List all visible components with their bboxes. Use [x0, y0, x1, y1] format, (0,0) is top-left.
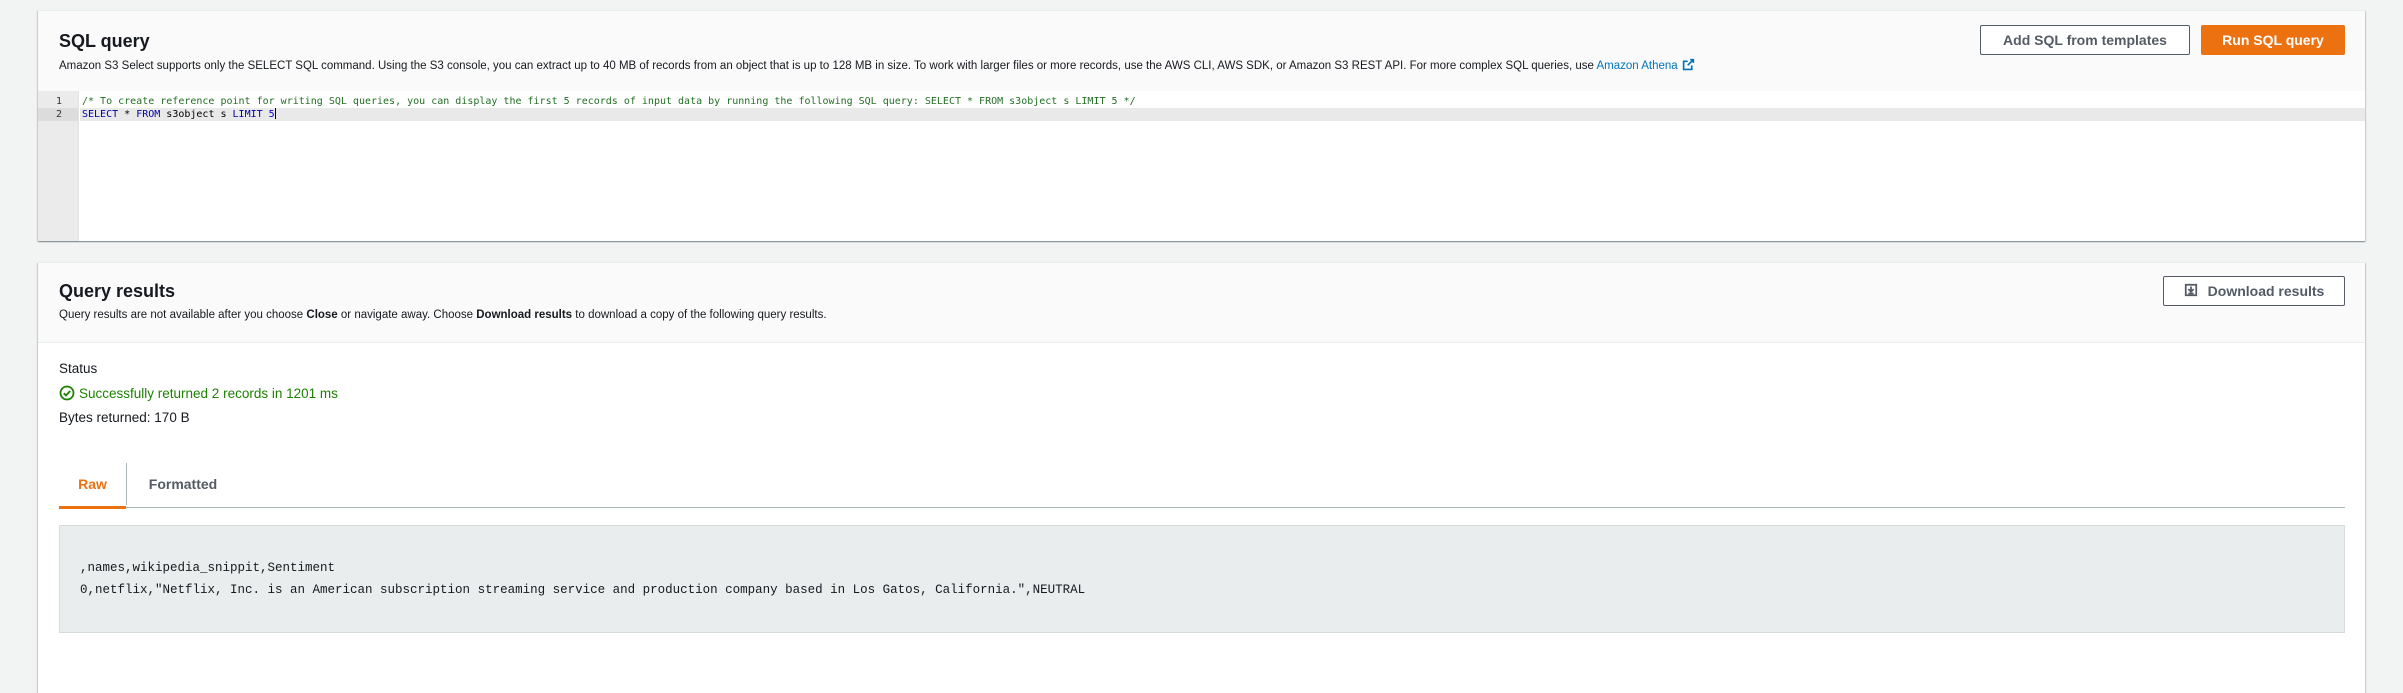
code-line-2: SELECT * FROM s3object s LIMIT 5 [80, 108, 2365, 121]
run-sql-query-button[interactable]: Run SQL query [2201, 25, 2345, 55]
code-line-1: /* To create reference point for writing… [80, 95, 2365, 108]
text-cursor [274, 108, 276, 119]
success-check-icon [59, 385, 75, 401]
sql-keyword: LIMIT [232, 109, 263, 120]
status-indicator: Successfully returned 2 records in 1201 … [59, 385, 338, 401]
editor-gutter: 1 2 [38, 91, 79, 241]
desc-text: to download a copy of the following quer… [572, 309, 827, 321]
add-sql-from-templates-button[interactable]: Add SQL from templates [1980, 25, 2190, 55]
download-results-button[interactable]: Download results [2163, 276, 2345, 306]
status-label: Status [59, 361, 98, 376]
query-results-panel: Query results Query results are not avai… [38, 262, 2365, 693]
sql-keyword: FROM [136, 109, 161, 120]
sql-comment: /* To create reference point for writing… [82, 96, 1136, 107]
amazon-athena-link-label: Amazon Athena [1596, 60, 1678, 72]
query-results-description: Query results are not available after yo… [59, 309, 827, 321]
download-icon [2184, 283, 2198, 300]
raw-result-line: ,names,wikipedia_snippit,Sentiment [80, 561, 336, 575]
query-results-title: Query results [59, 281, 176, 301]
line-number: 1 [55, 96, 62, 107]
raw-results-output: ,names,wikipedia_snippit,Sentiment 0,net… [59, 525, 2345, 633]
sql-query-description-text: Amazon S3 Select supports only the SELEC… [59, 60, 1594, 72]
download-results-label: Download results [2207, 283, 2325, 299]
tab-formatted[interactable]: Formatted [127, 461, 239, 507]
active-tab-indicator [59, 506, 126, 509]
status-text: Successfully returned 2 records in 1201 … [79, 385, 338, 401]
amazon-athena-link[interactable]: Amazon Athena [1596, 58, 1695, 74]
sql-number: 5 [262, 109, 275, 120]
sql-token: s3object s [160, 109, 233, 120]
tab-raw-label: Raw [78, 476, 107, 492]
sql-query-header: SQL query Amazon S3 Select supports only… [38, 11, 2365, 92]
desc-text: or navigate away. Choose [337, 309, 477, 321]
external-link-icon [1682, 58, 1695, 74]
desc-download-emphasis: Download results [476, 309, 573, 321]
results-tabs: Raw Formatted [59, 461, 2345, 509]
sql-code-editor[interactable]: 1 2 /* To create reference point for wri… [38, 91, 2365, 241]
sql-query-panel: SQL query Amazon S3 Select supports only… [38, 10, 2365, 241]
bytes-returned: Bytes returned: 170 B [59, 410, 190, 425]
desc-close-emphasis: Close [306, 309, 338, 321]
sql-token: * [118, 109, 137, 120]
tab-raw[interactable]: Raw [59, 461, 126, 509]
tab-formatted-label: Formatted [148, 476, 218, 492]
query-results-header: Query results Query results are not avai… [38, 263, 2365, 343]
line-number: 2 [55, 109, 62, 120]
sql-query-description: Amazon S3 Select supports only the SELEC… [59, 58, 1695, 74]
sql-query-title: SQL query [59, 31, 150, 51]
desc-text: Query results are not available after yo… [59, 309, 307, 321]
sql-keyword: SELECT [82, 109, 119, 120]
raw-result-line: 0,netflix,"Netflix, Inc. is an American … [80, 583, 1086, 597]
